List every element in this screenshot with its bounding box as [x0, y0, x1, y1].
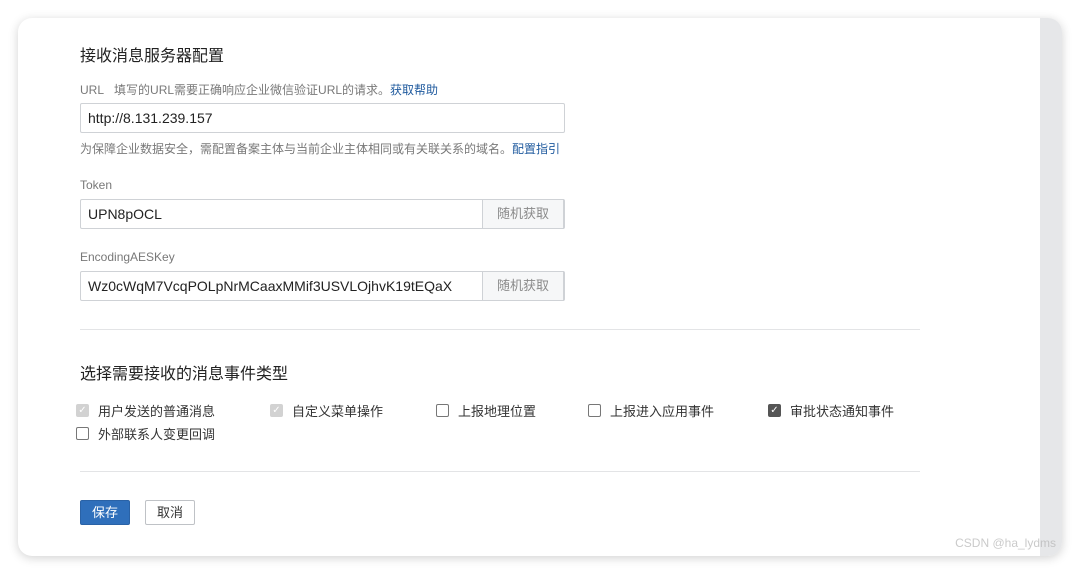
event-checkbox-approval[interactable]: ✓ 审批状态通知事件: [768, 401, 894, 420]
checkbox-unchecked[interactable]: [588, 404, 601, 417]
config-guide-link[interactable]: 配置指引: [512, 142, 560, 156]
settings-card: 接收消息服务器配置 URL 填写的URL需要正确响应企业微信验证URL的请求。获…: [18, 18, 1062, 556]
domain-hint: 为保障企业数据安全，需配置备案主体与当前企业主体相同或有关联关系的域名。: [80, 142, 513, 156]
cancel-button[interactable]: 取消: [145, 500, 195, 525]
url-input[interactable]: http://8.131.239.157: [80, 103, 565, 133]
token-random-button[interactable]: 随机获取: [482, 199, 564, 229]
aes-key-field: Wz0cWqM7VcqPOLpNrMCaaxMMif3USVLOjhvK19tE…: [80, 271, 565, 301]
scrollbar-track[interactable]: [1040, 18, 1062, 556]
event-checkbox-location[interactable]: 上报地理位置: [436, 401, 536, 420]
url-label-row: URL 填写的URL需要正确响应企业微信验证URL的请求。获取帮助: [80, 81, 438, 98]
checkbox-checked-disabled[interactable]: ✓: [270, 404, 283, 417]
watermark: CSDN @ha_lydms: [955, 536, 1056, 550]
token-label: Token: [80, 178, 113, 192]
get-help-link[interactable]: 获取帮助: [390, 83, 438, 97]
checkbox-checked[interactable]: ✓: [768, 404, 781, 417]
checkbox-label: 用户发送的普通消息: [98, 404, 216, 419]
divider: [80, 471, 920, 472]
event-checkbox-user-message[interactable]: ✓ 用户发送的普通消息: [76, 401, 215, 420]
checkbox-label: 上报进入应用事件: [610, 404, 715, 419]
checkbox-label: 自定义菜单操作: [292, 404, 384, 419]
server-config-title: 接收消息服务器配置: [80, 48, 225, 65]
save-button[interactable]: 保存: [80, 500, 130, 525]
checkbox-label: 上报地理位置: [458, 404, 537, 419]
domain-hint-row: 为保障企业数据安全，需配置备案主体与当前企业主体相同或有关联关系的域名。配置指引: [80, 140, 560, 157]
checkbox-label: 外部联系人变更回调: [98, 427, 216, 442]
aes-key-label: EncodingAESKey: [80, 250, 175, 264]
url-label: URL: [80, 83, 105, 97]
checkbox-label: 审批状态通知事件: [790, 404, 895, 419]
aes-key-input[interactable]: Wz0cWqM7VcqPOLpNrMCaaxMMif3USVLOjhvK19tE…: [88, 278, 452, 294]
token-input[interactable]: UPN8pOCL: [88, 206, 162, 222]
divider: [80, 329, 920, 330]
events-title: 选择需要接收的消息事件类型: [80, 366, 289, 383]
event-checkbox-enter-app[interactable]: 上报进入应用事件: [588, 401, 714, 420]
checkbox-unchecked[interactable]: [76, 427, 89, 440]
token-field: UPN8pOCL 随机获取: [80, 199, 565, 229]
url-hint: 填写的URL需要正确响应企业微信验证URL的请求。: [114, 83, 391, 97]
aes-random-button[interactable]: 随机获取: [482, 271, 564, 301]
event-checkbox-custom-menu[interactable]: ✓ 自定义菜单操作: [270, 401, 383, 420]
checkbox-unchecked[interactable]: [436, 404, 449, 417]
event-checkbox-external-contact[interactable]: 外部联系人变更回调: [76, 424, 215, 443]
checkbox-checked-disabled[interactable]: ✓: [76, 404, 89, 417]
